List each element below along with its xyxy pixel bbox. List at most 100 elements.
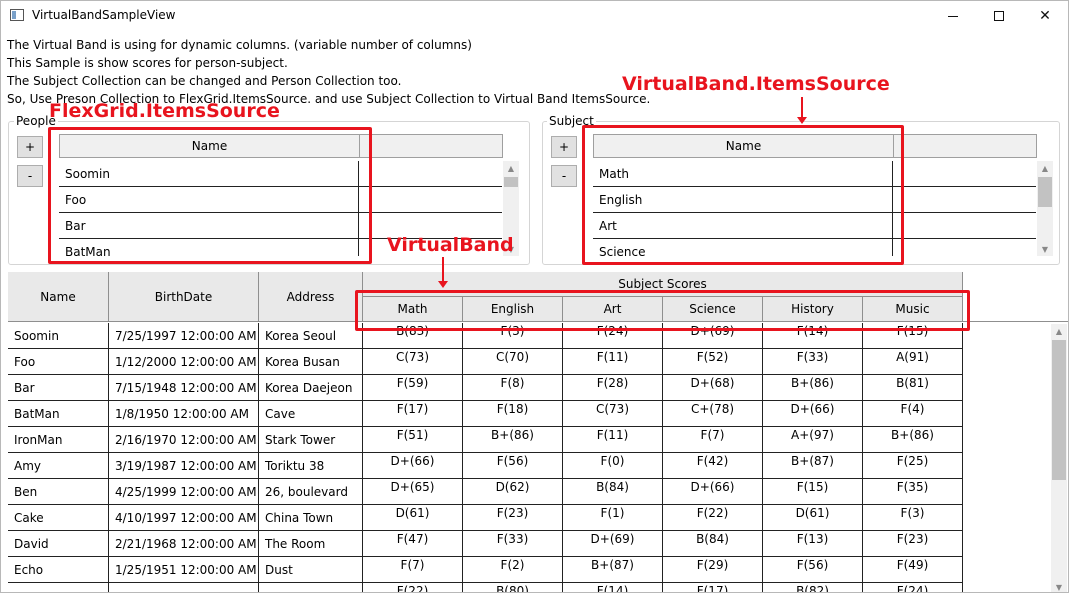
birthdate-cell[interactable]: 2/16/1970 12:00:00 AM — [109, 427, 259, 453]
add-subject-button[interactable]: + — [551, 136, 577, 158]
birthdate-cell[interactable]: 7/25/1997 12:00:00 AM — [109, 323, 259, 349]
score-cell[interactable]: F(7) — [663, 427, 763, 453]
score-cell[interactable]: A+(97) — [763, 427, 863, 453]
add-person-button[interactable]: + — [17, 136, 43, 158]
score-cell[interactable]: D(61) — [363, 505, 463, 531]
score-cell[interactable]: F(0) — [563, 453, 663, 479]
remove-person-button[interactable]: - — [17, 165, 43, 187]
birthdate-cell[interactable]: 4/25/1999 12:00:00 AM — [109, 479, 259, 505]
remove-subject-button[interactable]: - — [551, 165, 577, 187]
people-scroll-thumb[interactable] — [504, 177, 518, 187]
score-cell[interactable]: C(70) — [463, 349, 563, 375]
birthdate-cell[interactable]: 1/25/1951 12:00:00 AM — [109, 557, 259, 583]
minimize-button[interactable] — [930, 1, 976, 31]
scroll-up-icon[interactable]: ▲ — [1051, 324, 1067, 338]
score-cell[interactable]: D+(69) — [563, 531, 663, 557]
scroll-up-icon[interactable]: ▲ — [1037, 161, 1053, 175]
table-row[interactable]: IronMan 2/16/1970 12:00:00 AM Stark Tower F… — [8, 427, 1051, 453]
name-cell[interactable]: Soomin — [8, 323, 109, 349]
table-row[interactable]: F(22) B(80) F(14) F(17) B(82) F(24) — [8, 583, 1051, 592]
address-cell[interactable] — [259, 583, 363, 592]
score-cell[interactable]: F(56) — [463, 453, 563, 479]
birthdate-cell[interactable]: 1/8/1950 12:00:00 AM — [109, 401, 259, 427]
score-cell[interactable]: F(29) — [663, 557, 763, 583]
subject-column-header[interactable]: Art — [563, 297, 663, 322]
table-row[interactable]: Bar 7/15/1948 12:00:00 AM Korea Daejeon F(5… — [8, 375, 1051, 401]
table-row[interactable]: David 2/21/1968 12:00:00 AM The Room F(47) F… — [8, 531, 1051, 557]
address-cell[interactable]: Dust — [259, 557, 363, 583]
score-cell[interactable]: F(22) — [363, 583, 463, 592]
score-cell[interactable]: F(51) — [363, 427, 463, 453]
score-cell[interactable]: F(25) — [863, 453, 963, 479]
address-cell[interactable]: China Town — [259, 505, 363, 531]
score-cell[interactable]: D+(66) — [363, 453, 463, 479]
table-row[interactable]: Ben 4/25/1999 12:00:00 AM 26, boulevard D+(… — [8, 479, 1051, 505]
score-cell[interactable]: F(13) — [763, 531, 863, 557]
name-cell[interactable]: BatMan — [8, 401, 109, 427]
score-cell[interactable]: F(14) — [763, 323, 863, 349]
table-row[interactable]: Cake 4/10/1997 12:00:00 AM China Town D(61)… — [8, 505, 1051, 531]
birthdate-column-header[interactable]: BirthDate — [109, 272, 259, 322]
score-cell[interactable]: B(84) — [563, 479, 663, 505]
subject-scrollbar[interactable]: ▲ ▼ — [1037, 161, 1053, 256]
birthdate-cell[interactable]: 1/12/2000 12:00:00 AM — [109, 349, 259, 375]
score-cell[interactable]: C(73) — [363, 349, 463, 375]
name-cell[interactable]: Echo — [8, 557, 109, 583]
score-cell[interactable]: D(62) — [463, 479, 563, 505]
close-button[interactable]: ✕ — [1022, 1, 1068, 31]
score-grid-scroll-thumb[interactable] — [1052, 340, 1066, 480]
score-cell[interactable]: F(33) — [763, 349, 863, 375]
score-cell[interactable]: B(80) — [463, 583, 563, 592]
birthdate-cell[interactable] — [109, 583, 259, 592]
score-cell[interactable]: B+(86) — [763, 375, 863, 401]
score-cell[interactable]: D(61) — [763, 505, 863, 531]
score-cell[interactable]: D+(66) — [663, 479, 763, 505]
name-cell[interactable] — [8, 583, 109, 592]
score-cell[interactable]: F(7) — [363, 557, 463, 583]
address-cell[interactable]: 26, boulevard — [259, 479, 363, 505]
list-item[interactable]: English — [593, 187, 1036, 213]
score-cell[interactable]: D+(66) — [763, 401, 863, 427]
score-cell[interactable]: F(24) — [563, 323, 663, 349]
score-cell[interactable]: B(82) — [763, 583, 863, 592]
list-item[interactable]: Art — [593, 213, 1036, 239]
maximize-button[interactable] — [976, 1, 1022, 31]
score-cell[interactable]: B+(87) — [763, 453, 863, 479]
address-cell[interactable]: Cave — [259, 401, 363, 427]
name-cell[interactable]: Amy — [8, 453, 109, 479]
address-cell[interactable]: Korea Seoul — [259, 323, 363, 349]
scroll-down-icon[interactable]: ▼ — [1051, 580, 1067, 592]
address-cell[interactable]: Korea Busan — [259, 349, 363, 375]
score-cell[interactable]: B(84) — [663, 531, 763, 557]
score-cell[interactable]: F(3) — [863, 505, 963, 531]
subject-column-header[interactable]: Math — [363, 297, 463, 322]
score-cell[interactable]: F(11) — [563, 427, 663, 453]
list-item[interactable]: Science — [593, 239, 1036, 256]
name-cell[interactable]: David — [8, 531, 109, 557]
score-cell[interactable]: F(2) — [463, 557, 563, 583]
score-cell[interactable]: F(59) — [363, 375, 463, 401]
address-cell[interactable]: The Room — [259, 531, 363, 557]
score-cell[interactable]: B+(87) — [563, 557, 663, 583]
score-cell[interactable]: B(81) — [863, 375, 963, 401]
score-cell[interactable]: F(49) — [863, 557, 963, 583]
subject-scroll-thumb[interactable] — [1038, 177, 1052, 207]
table-row[interactable]: BatMan 1/8/1950 12:00:00 AM Cave F(17) F(18)… — [8, 401, 1051, 427]
name-cell[interactable]: Bar — [8, 375, 109, 401]
score-cell[interactable]: F(47) — [363, 531, 463, 557]
score-cell[interactable]: F(1) — [563, 505, 663, 531]
score-cell[interactable]: D+(65) — [363, 479, 463, 505]
score-cell[interactable]: F(15) — [863, 323, 963, 349]
score-cell[interactable]: F(4) — [863, 401, 963, 427]
score-cell[interactable]: A(91) — [863, 349, 963, 375]
score-cell[interactable]: F(23) — [463, 505, 563, 531]
score-cell[interactable]: F(3) — [463, 323, 563, 349]
birthdate-cell[interactable]: 2/21/1968 12:00:00 AM — [109, 531, 259, 557]
score-cell[interactable]: F(56) — [763, 557, 863, 583]
address-cell[interactable]: Toriktu 38 — [259, 453, 363, 479]
people-name-header[interactable]: Name — [60, 135, 360, 157]
score-cell[interactable]: C+(78) — [663, 401, 763, 427]
subject-column-header[interactable]: Science — [663, 297, 763, 322]
address-cell[interactable]: Stark Tower — [259, 427, 363, 453]
score-cell[interactable]: D+(68) — [663, 375, 763, 401]
